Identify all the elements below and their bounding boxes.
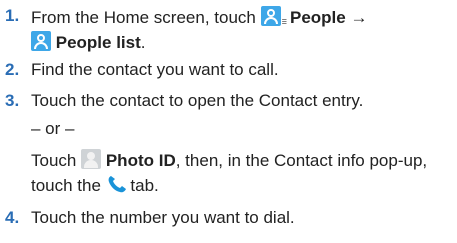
people-label: People <box>290 8 346 27</box>
or-separator: – or – <box>31 119 75 138</box>
step-text: Touch the number you want to dial. <box>31 208 295 227</box>
step-number: 1. <box>5 6 20 25</box>
step-text: touch the <box>31 176 101 195</box>
step-text: , then, in the Contact info pop-up, <box>175 151 428 170</box>
step-text: Touch the contact to open the Contact en… <box>31 91 364 110</box>
step-number: 2. <box>5 60 20 79</box>
people-list-label: People list <box>55 33 141 52</box>
phone-icon <box>106 174 126 194</box>
step-1-line-2: People list. <box>31 31 146 53</box>
step-number: 4. <box>5 208 20 227</box>
step-number: 3. <box>5 91 20 110</box>
step-text: From the Home screen, touch <box>31 8 256 27</box>
people-icon <box>260 6 281 26</box>
period: . <box>140 33 146 52</box>
step-text: Find the contact you want to call. <box>31 60 279 79</box>
step-3-photo-line: Touch Photo ID, then, in the Contact inf… <box>31 149 427 171</box>
step-text: tab. <box>130 176 159 195</box>
step-3-phone-line: touch the tab. <box>31 174 159 196</box>
photo-id-icon <box>81 149 102 169</box>
people-icon <box>31 31 51 51</box>
step-1-line-1: From the Home screen, touch ☰ People → <box>31 6 367 33</box>
apps-indicator: ☰ <box>281 20 287 26</box>
step-text: Touch <box>31 151 77 170</box>
arrow-icon: → <box>350 8 368 27</box>
photo-id-label: Photo ID <box>105 151 176 170</box>
